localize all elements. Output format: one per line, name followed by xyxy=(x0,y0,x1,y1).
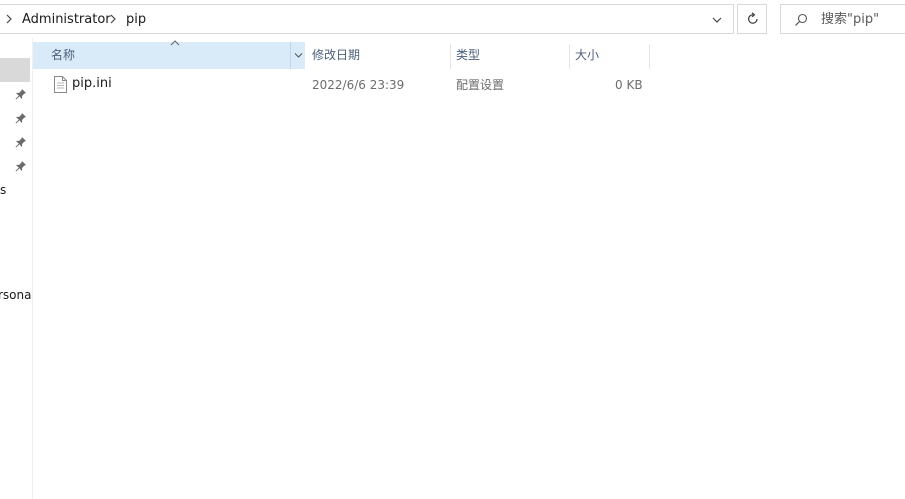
column-header: 名称 修改日期 类型 大小 xyxy=(33,40,653,69)
file-icon xyxy=(54,76,67,93)
file-size: 0 KB xyxy=(615,78,643,92)
file-name[interactable]: pip.ini xyxy=(72,77,112,91)
file-row[interactable]: pip.ini 2022/6/6 23:39 配置设置 0 KB xyxy=(33,72,653,98)
nav-item-label[interactable]: s xyxy=(0,183,6,197)
top-bar: Administrator pip 搜索"pip" xyxy=(0,0,905,38)
column-divider[interactable] xyxy=(569,44,570,69)
nav-item-selected[interactable] xyxy=(0,58,30,82)
breadcrumb-item-pip[interactable]: pip xyxy=(126,12,146,28)
sort-up-icon xyxy=(170,40,180,46)
navigation-pane: s rsona xyxy=(0,38,33,499)
column-divider[interactable] xyxy=(450,44,451,69)
chevron-right-icon[interactable] xyxy=(108,12,118,26)
refresh-icon xyxy=(748,12,758,24)
column-header-modified[interactable]: 修改日期 xyxy=(312,48,360,62)
nav-item-label[interactable]: rsona xyxy=(0,288,32,302)
search-icon xyxy=(795,13,808,26)
refresh-button[interactable] xyxy=(737,4,767,34)
search-box[interactable]: 搜索"pip" xyxy=(780,4,905,34)
file-modified: 2022/6/6 23:39 xyxy=(312,78,405,92)
column-label-name: 名称 xyxy=(51,48,76,62)
address-bar[interactable]: Administrator pip xyxy=(0,4,734,34)
pin-icon[interactable] xyxy=(15,136,27,148)
column-header-type[interactable]: 类型 xyxy=(456,48,480,62)
column-divider[interactable] xyxy=(649,44,650,69)
chevron-down-icon xyxy=(294,53,303,58)
column-header-size[interactable]: 大小 xyxy=(575,48,599,62)
pin-icon[interactable] xyxy=(15,88,27,100)
file-type: 配置设置 xyxy=(456,78,505,92)
column-header-name[interactable]: 名称 xyxy=(33,40,305,69)
chevron-down-icon[interactable] xyxy=(710,14,724,26)
pin-icon[interactable] xyxy=(15,112,27,124)
search-placeholder: 搜索"pip" xyxy=(821,12,880,27)
breadcrumb-item-administrator[interactable]: Administrator xyxy=(22,12,111,28)
column-filter-dropdown[interactable] xyxy=(290,42,305,69)
pin-icon[interactable] xyxy=(15,160,27,172)
chevron-right-icon[interactable] xyxy=(4,12,14,26)
